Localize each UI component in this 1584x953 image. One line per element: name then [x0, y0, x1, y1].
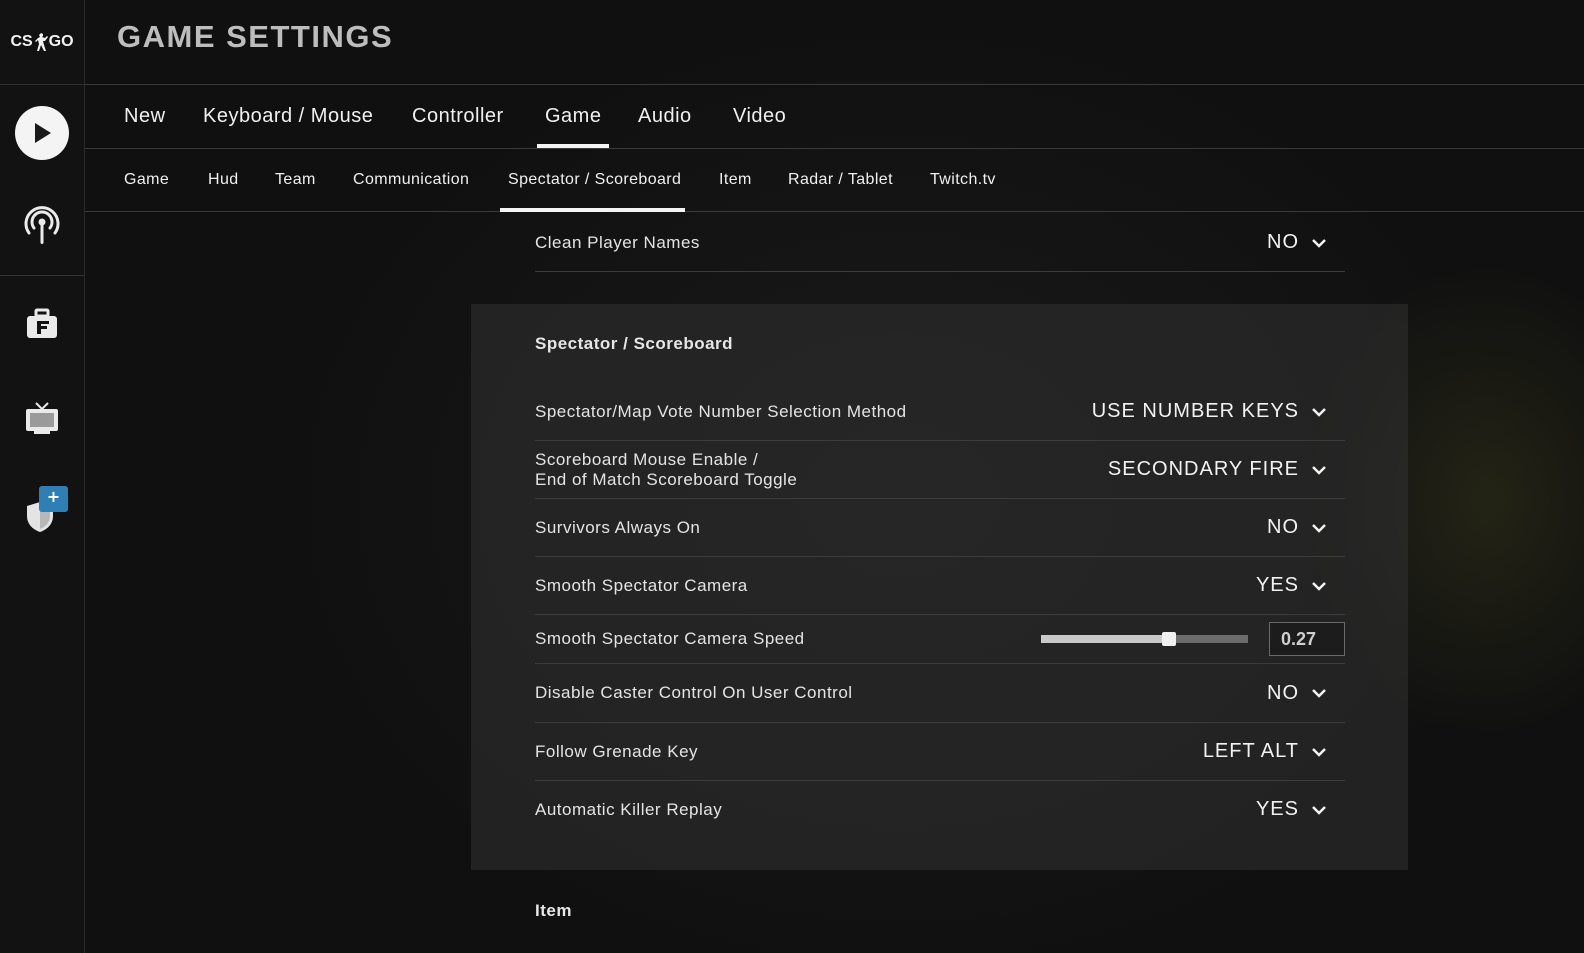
setting-value: YES	[1255, 574, 1299, 596]
setting-dropdown[interactable]: NO	[1267, 231, 1327, 254]
chevron-down-icon	[1312, 465, 1326, 475]
setting-label-line: Scoreboard Mouse Enable /	[535, 449, 759, 469]
setting-dropdown[interactable]: LEFT ALT	[1203, 740, 1327, 763]
chevron-down-icon	[1312, 407, 1326, 417]
logo-text-right: GO	[48, 33, 74, 50]
setting-row: Spectator/Map Vote Number Selection Meth…	[535, 383, 1345, 441]
chevron-down-icon	[1312, 581, 1326, 591]
inventory-button[interactable]	[0, 284, 84, 364]
tab-audio[interactable]: Audio	[638, 85, 692, 148]
csgo-logo[interactable]: CS GO	[0, 0, 84, 85]
setting-dropdown[interactable]: NO	[1267, 682, 1327, 705]
chevron-down-icon	[1312, 523, 1326, 533]
tab-controller[interactable]: Controller	[412, 85, 504, 148]
setting-row: Follow Grenade Key LEFT ALT	[535, 723, 1345, 781]
new-badge: +	[39, 486, 68, 512]
tab-keyboard-mouse[interactable]: Keyboard / Mouse	[203, 85, 373, 148]
sub-tabs: Game Hud Team Communication Spectator / …	[85, 149, 1584, 212]
setting-label: Spectator/Map Vote Number Selection Meth…	[535, 401, 907, 421]
setting-label: Automatic Killer Replay	[535, 799, 723, 819]
subtab-game[interactable]: Game	[124, 149, 169, 211]
broadcast-icon	[24, 206, 60, 244]
main-tabs: New Keyboard / Mouse Controller Game Aud…	[85, 85, 1584, 149]
setting-label: Disable Caster Control On User Control	[535, 683, 853, 702]
operation-button[interactable]: +	[0, 472, 84, 552]
setting-value: LEFT ALT	[1202, 740, 1299, 762]
chevron-down-icon	[1312, 747, 1326, 757]
play-circle	[15, 106, 69, 160]
soldier-logo-icon	[34, 33, 48, 51]
setting-value: NO	[1267, 681, 1299, 704]
operation-icon-wrap: +	[17, 484, 68, 540]
setting-label: Smooth Spectator Camera	[535, 575, 748, 595]
setting-row: Automatic Killer Replay YES	[535, 781, 1345, 838]
setting-label-line: End of Match Scoreboard Toggle	[535, 469, 798, 489]
camera-speed-slider[interactable]	[1041, 632, 1248, 646]
setting-dropdown[interactable]: YES	[1256, 574, 1327, 597]
setting-row: Scoreboard Mouse Enable / End of Match S…	[535, 441, 1345, 499]
setting-value: YES	[1255, 798, 1299, 820]
tv-icon	[26, 402, 58, 434]
watch-button[interactable]	[0, 186, 84, 266]
setting-dropdown[interactable]: SECONDARY FIRE	[1108, 458, 1327, 481]
setting-label: Survivors Always On	[535, 517, 701, 537]
setting-label: Follow Grenade Key	[535, 741, 699, 761]
subtab-twitch[interactable]: Twitch.tv	[930, 149, 996, 211]
camera-speed-input[interactable]: 0.27	[1269, 622, 1345, 656]
subtab-spectator-scoreboard[interactable]: Spectator / Scoreboard	[499, 149, 686, 212]
setting-row: Smooth Spectator Camera Speed 0.27	[535, 615, 1345, 664]
setting-dropdown[interactable]: YES	[1256, 798, 1327, 821]
setting-dropdown[interactable]: USE NUMBER KEYS	[1092, 400, 1327, 423]
chevron-down-icon	[1312, 805, 1326, 815]
setting-row: Smooth Spectator Camera YES	[535, 557, 1345, 615]
tab-new[interactable]: New	[124, 85, 166, 148]
tv-button[interactable]	[0, 378, 84, 458]
page-title: GAME SETTINGS	[117, 19, 394, 54]
setting-dropdown[interactable]: NO	[1267, 516, 1327, 539]
setting-value: USE NUMBER KEYS	[1091, 400, 1299, 422]
sidebar: CS GO +	[0, 0, 85, 953]
setting-label: Smooth Spectator Camera Speed	[535, 629, 805, 648]
header: GAME SETTINGS	[85, 0, 1584, 85]
subtab-radar-tablet[interactable]: Radar / Tablet	[788, 149, 893, 211]
tab-game[interactable]: Game	[536, 85, 611, 148]
setting-value: SECONDARY FIRE	[1107, 458, 1299, 480]
subtab-item[interactable]: Item	[719, 149, 752, 211]
tab-video[interactable]: Video	[733, 85, 786, 148]
setting-label: Clean Player Names	[535, 232, 700, 252]
play-button[interactable]	[0, 93, 84, 173]
slider-thumb[interactable]	[1162, 632, 1176, 646]
subtab-communication[interactable]: Communication	[353, 149, 469, 211]
setting-label: Scoreboard Mouse Enable / End of Match S…	[535, 450, 797, 490]
logo-text-left: CS	[10, 33, 33, 50]
play-icon	[35, 123, 51, 143]
sidebar-divider	[0, 275, 84, 276]
chevron-down-icon	[1312, 689, 1326, 698]
chevron-down-icon	[1312, 238, 1326, 248]
setting-row: Survivors Always On NO	[535, 499, 1345, 557]
subtab-hud[interactable]: Hud	[208, 149, 239, 211]
slider-control: 0.27	[1041, 622, 1345, 656]
slider-fill	[1041, 635, 1169, 643]
setting-value: NO	[1267, 516, 1299, 538]
briefcase-icon	[27, 308, 57, 338]
section-title: Item	[535, 901, 572, 920]
setting-row: Clean Player Names NO	[535, 214, 1345, 272]
subtab-team[interactable]: Team	[275, 149, 316, 211]
section-title: Spectator / Scoreboard	[535, 334, 734, 353]
setting-value: NO	[1267, 231, 1299, 253]
setting-row: Disable Caster Control On User Control N…	[535, 664, 1345, 723]
